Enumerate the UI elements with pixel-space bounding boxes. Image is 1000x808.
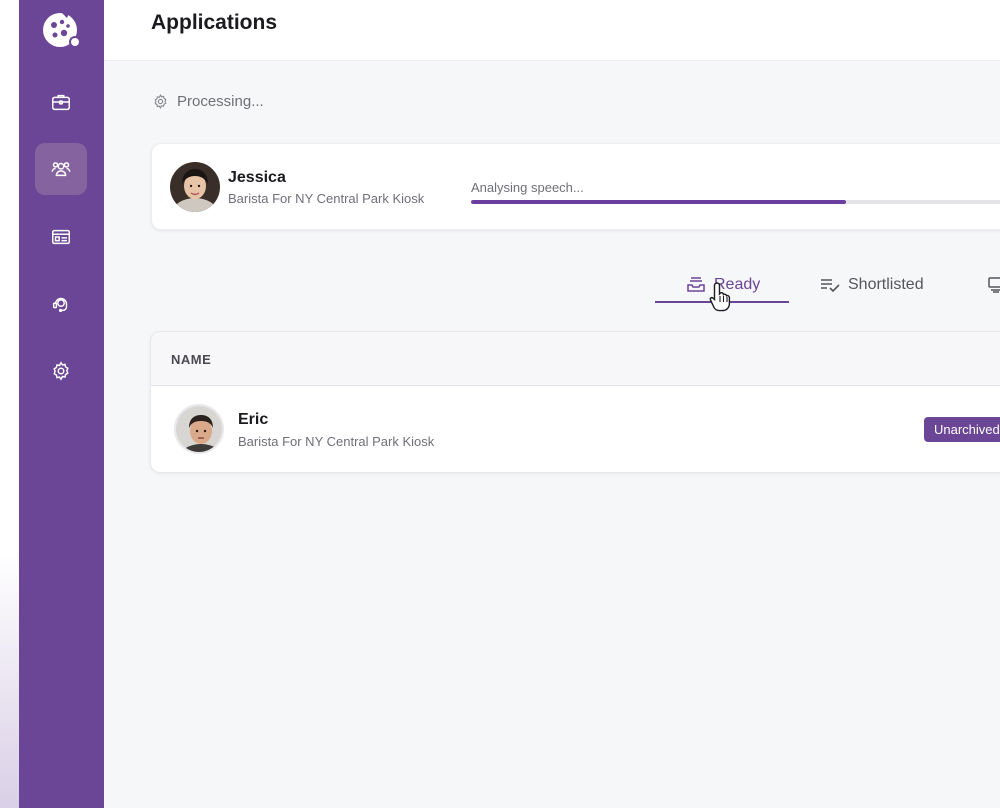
status-badge: Unarchived xyxy=(924,417,1000,442)
cookie-logo-icon[interactable] xyxy=(40,8,82,50)
sidebar-item-candidates[interactable] xyxy=(35,143,87,195)
tray-icon xyxy=(687,277,705,292)
tab-label: Shortlisted xyxy=(848,276,924,293)
processing-status: Processing... xyxy=(152,93,264,110)
avatar xyxy=(174,404,224,454)
tab-archived[interactable] xyxy=(987,266,1000,304)
sidebar-item-settings[interactable] xyxy=(35,345,87,397)
gear-icon xyxy=(53,361,69,381)
users-icon xyxy=(51,162,71,177)
top-bar: Applications xyxy=(104,0,1000,61)
desktop-edge xyxy=(0,0,19,808)
briefcase-icon xyxy=(52,94,70,111)
sidebar-item-profiles[interactable] xyxy=(35,211,87,263)
applications-table: NAME Eric Barista For NY Central Park Ki… xyxy=(150,331,1000,473)
candidate-name: Jessica xyxy=(228,169,286,186)
progress-fill xyxy=(471,200,847,204)
avatar xyxy=(170,162,220,212)
column-header-name[interactable]: NAME xyxy=(171,352,211,367)
gear-icon xyxy=(154,94,167,109)
support-agent-icon xyxy=(52,297,68,313)
progress-bar xyxy=(471,200,1000,204)
archive-icon xyxy=(988,277,1000,293)
progress-label: Analysing speech... xyxy=(471,180,584,195)
tab-bar: Ready Shortlisted xyxy=(104,266,1000,306)
processing-label: Processing... xyxy=(177,93,264,110)
page-title: Applications xyxy=(151,11,278,34)
table-row[interactable]: Eric Barista For NY Central Park Kiosk U… xyxy=(151,387,1000,473)
candidate-role: Barista For NY Central Park Kiosk xyxy=(238,434,435,449)
hand-cursor-icon xyxy=(709,282,731,312)
sidebar-item-jobs[interactable] xyxy=(35,76,87,128)
candidate-role: Barista For NY Central Park Kiosk xyxy=(228,191,425,206)
tab-shortlisted[interactable]: Shortlisted xyxy=(820,266,924,304)
sidebar xyxy=(19,0,104,808)
list-check-icon xyxy=(821,279,840,293)
candidate-name: Eric xyxy=(238,411,269,428)
processing-card[interactable]: Jessica Barista For NY Central Park Kios… xyxy=(151,143,1000,230)
main-content: Applications Processing... Jessica Baris… xyxy=(104,0,1000,808)
id-card-icon xyxy=(52,229,70,245)
sidebar-item-support[interactable] xyxy=(35,278,87,330)
table-header: NAME xyxy=(151,332,1000,386)
